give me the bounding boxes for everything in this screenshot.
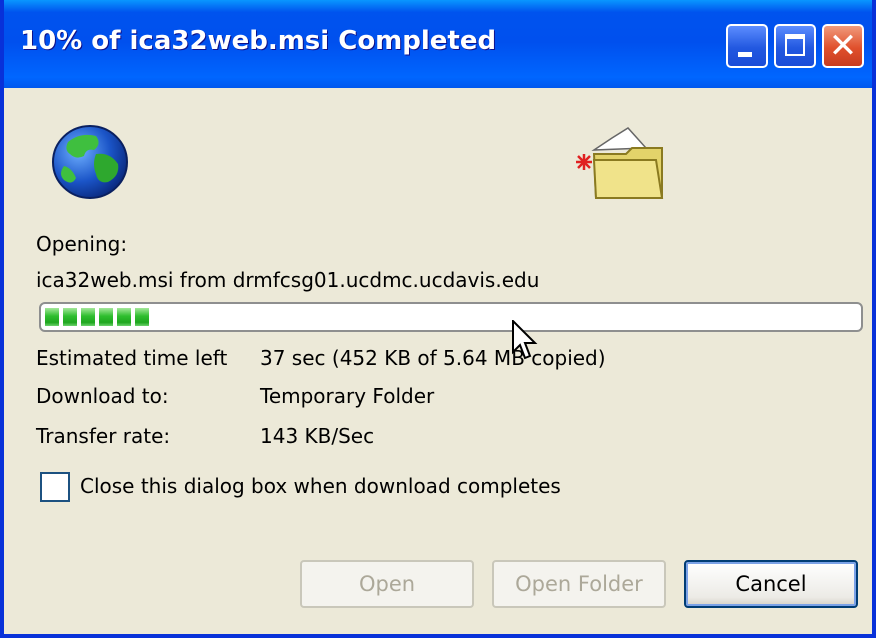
progress-segment	[117, 308, 131, 326]
estimated-time-label: Estimated time left	[36, 346, 228, 370]
close-icon: ✕	[828, 26, 858, 66]
progress-segment	[63, 308, 77, 326]
transfer-rate-value: 143 KB/Sec	[260, 424, 375, 448]
maximize-icon	[785, 34, 805, 56]
download-to-value: Temporary Folder	[260, 384, 435, 408]
progress-fill	[45, 308, 149, 326]
estimated-time-value: 37 sec (452 KB of 5.64 MB copied)	[260, 346, 606, 370]
progress-segment	[45, 308, 59, 326]
progress-segment	[99, 308, 113, 326]
cancel-button[interactable]: Cancel	[684, 560, 858, 608]
close-on-complete-label[interactable]: Close this dialog box when download comp…	[80, 474, 561, 498]
download-dialog: 10% of ica32web.msi Completed ✕ Opening:…	[0, 0, 876, 638]
progress-segment	[81, 308, 95, 326]
download-progress-bar	[39, 302, 863, 332]
open-button[interactable]: Open	[300, 560, 474, 608]
open-folder-button[interactable]: Open Folder	[492, 560, 666, 608]
progress-segment	[135, 308, 149, 326]
transfer-rate-label: Transfer rate:	[36, 424, 171, 448]
minimize-icon	[738, 52, 752, 57]
download-to-label: Download to:	[36, 384, 169, 408]
maximize-button[interactable]	[774, 24, 816, 68]
close-on-complete-checkbox[interactable]	[40, 472, 70, 502]
opening-label: Opening:	[36, 232, 128, 256]
globe-icon	[52, 125, 128, 199]
source-text: ica32web.msi from drmfcsg01.ucdmc.ucdavi…	[36, 268, 540, 292]
minimize-button[interactable]	[726, 24, 768, 68]
close-button[interactable]: ✕	[822, 24, 864, 68]
folder-icon	[576, 127, 664, 199]
mouse-cursor-icon	[512, 320, 538, 360]
title-bar[interactable]: 10% of ica32web.msi Completed ✕	[4, 0, 872, 88]
window-title: 10% of ica32web.msi Completed	[20, 26, 497, 56]
